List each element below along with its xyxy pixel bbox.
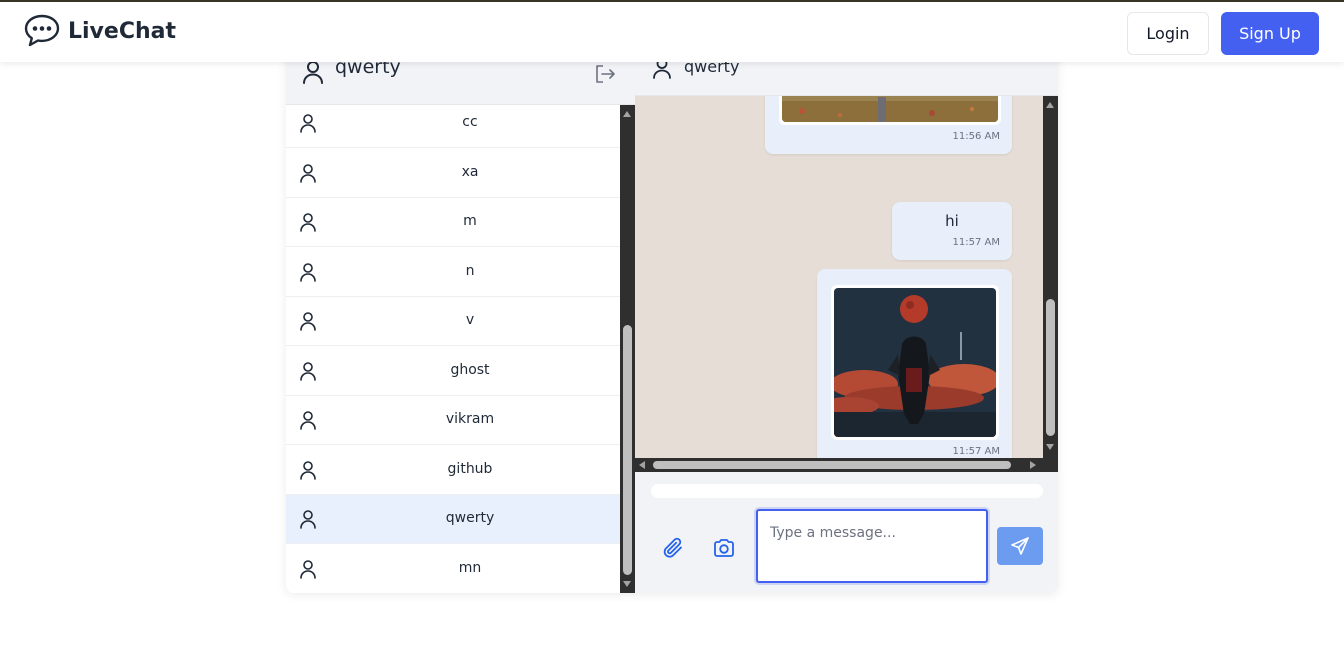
user-icon (300, 510, 316, 529)
user-name: v (465, 312, 475, 328)
user-name: m (463, 213, 477, 229)
scroll-down-arrow-icon[interactable] (1046, 444, 1054, 450)
user-list-item[interactable]: vikram (286, 396, 620, 445)
user-icon (300, 213, 316, 232)
chat-panel: qwerty 11:56 AM hi 11:57 AM 11:57 AM Typ… (635, 40, 1058, 593)
send-icon (1011, 537, 1029, 555)
message-bubble-image: 11:57 AM (817, 269, 1012, 458)
user-list: cc xa m n v ghost vikram github qwerty m… (286, 105, 620, 593)
message-time: 11:56 AM (952, 131, 1000, 142)
user-name: n (465, 263, 475, 279)
user-icon (300, 560, 316, 579)
user-list-item[interactable]: ghost (286, 347, 620, 396)
user-name: xa (461, 164, 479, 180)
user-list-item[interactable]: mn (286, 545, 620, 593)
user-icon (300, 461, 316, 480)
user-icon (300, 411, 316, 430)
paperclip-icon[interactable] (661, 536, 685, 560)
signup-button[interactable]: Sign Up (1221, 12, 1319, 55)
upload-progress-bar (651, 484, 1043, 498)
user-icon (300, 362, 316, 381)
user-list-item[interactable]: v (286, 297, 620, 346)
brand-name: LiveChat (68, 18, 176, 44)
message-bubble-image: 11:56 AM (765, 96, 1012, 154)
message-image[interactable] (831, 285, 999, 440)
user-list-item[interactable]: m (286, 198, 620, 247)
message-list-scrollbar[interactable] (1043, 96, 1058, 458)
user-icon (300, 312, 316, 331)
sidebar: qwerty cc xa m n v ghost vikram github q… (286, 40, 635, 593)
chat-bubble-icon (24, 14, 60, 47)
message-image[interactable] (779, 96, 1001, 125)
user-name: qwerty (445, 510, 495, 526)
user-name: cc (462, 114, 478, 130)
message-composer (635, 472, 1058, 593)
scroll-left-arrow-icon[interactable] (639, 461, 645, 469)
logout-icon[interactable] (594, 64, 616, 84)
message-list-horizontal-scrollbar[interactable] (635, 458, 1043, 472)
chat-app-card: qwerty cc xa m n v ghost vikram github q… (286, 40, 1058, 593)
user-icon (300, 263, 316, 282)
user-name: github (447, 461, 493, 477)
user-name: vikram (445, 411, 495, 427)
user-list-scrollbar[interactable] (620, 105, 635, 593)
scrollbar-thumb[interactable] (1046, 299, 1055, 436)
message-text: hi (945, 212, 959, 230)
send-button[interactable] (997, 527, 1043, 565)
login-button[interactable]: Login (1127, 12, 1209, 55)
message-list: 11:56 AM hi 11:57 AM 11:57 AM (635, 96, 1043, 458)
message-bubble-text: hi 11:57 AM (892, 202, 1012, 260)
scroll-up-arrow-icon[interactable] (623, 111, 631, 117)
user-list-item[interactable]: xa (286, 149, 620, 198)
message-time: 11:57 AM (952, 446, 1000, 457)
scrollbar-thumb[interactable] (623, 325, 632, 575)
message-input[interactable] (756, 509, 988, 583)
scrollbar-thumb[interactable] (653, 461, 1011, 469)
grass-photo (782, 96, 998, 122)
scrollbar-corner (1043, 458, 1058, 472)
navbar: LiveChat Login Sign Up (0, 0, 1344, 62)
scroll-right-arrow-icon[interactable] (1030, 461, 1036, 469)
user-list-item[interactable]: cc (286, 105, 620, 148)
user-icon (303, 61, 323, 84)
user-name: ghost (450, 362, 490, 378)
user-icon (300, 164, 316, 183)
scroll-up-arrow-icon[interactable] (1046, 102, 1054, 108)
brand[interactable]: LiveChat (24, 14, 176, 48)
scroll-down-arrow-icon[interactable] (623, 581, 631, 587)
user-list-item[interactable]: github (286, 446, 620, 495)
user-list-item-active[interactable]: qwerty (286, 495, 620, 544)
moon-warrior-photo (834, 288, 996, 437)
user-icon (300, 114, 316, 133)
message-time: 11:57 AM (952, 237, 1000, 248)
user-name: mn (458, 560, 482, 576)
camera-icon[interactable] (712, 536, 736, 560)
user-list-item[interactable]: n (286, 248, 620, 297)
